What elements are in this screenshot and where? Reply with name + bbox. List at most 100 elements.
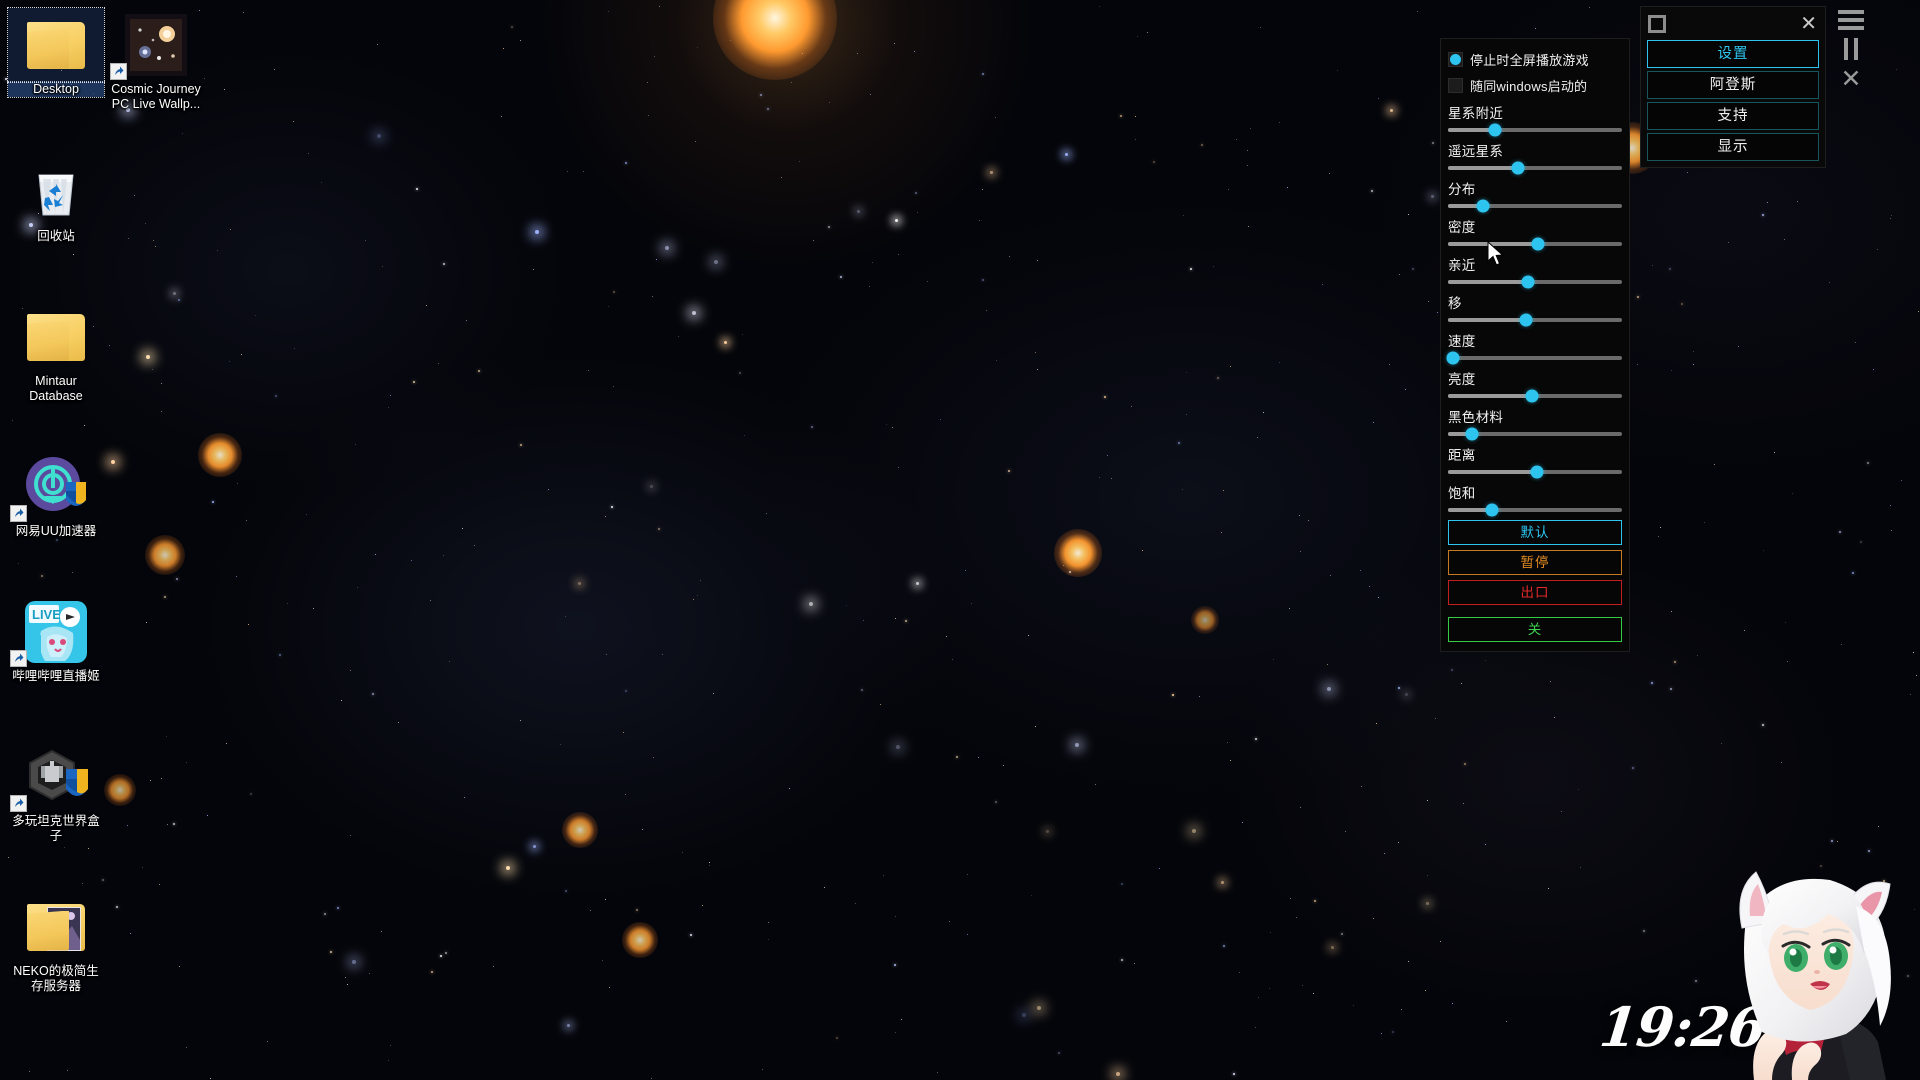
folder-icon (27, 313, 85, 361)
menu-item-adens[interactable]: 阿登斯 (1647, 71, 1819, 99)
icon-label: NEKO的极简生存服务器 (13, 964, 99, 993)
nearby-galaxies-label: 星系附近 (1448, 106, 1504, 121)
distribution-knob[interactable] (1476, 199, 1490, 213)
brightness-fill (1448, 394, 1532, 398)
mintaur-database-folder[interactable]: Mintaur Database (8, 300, 104, 403)
hamburger-menu-icon[interactable] (1838, 10, 1864, 30)
icon-label: Mintaur Database (29, 374, 83, 403)
nearby-galaxies-group: 星系附近 (1448, 102, 1622, 137)
glow-layer (0, 0, 1920, 1080)
starfield (0, 0, 1920, 1080)
anime-character-overlay (1739, 871, 1891, 1080)
density-label: 密度 (1448, 220, 1476, 235)
bilibili-live-icon: LIVE (25, 601, 87, 663)
density-group: 密度 (1448, 216, 1622, 251)
wallpaper-thumbnail-icon (125, 14, 187, 76)
movement-fill (1448, 318, 1527, 322)
pause-fullscreen-games-row[interactable]: 停止时全屏播放游戏 (1448, 49, 1622, 69)
movement-group: 移 (1448, 292, 1622, 327)
distant-galaxies-slider[interactable] (1448, 161, 1622, 175)
density-slider[interactable] (1448, 237, 1622, 251)
pause-icon[interactable] (1844, 38, 1858, 60)
bilibili-live-streamer[interactable]: LIVE 哔哩哔哩直播姬 (8, 595, 104, 684)
close-icon[interactable]: ✕ (1800, 14, 1817, 34)
menu-item-settings[interactable]: 设置 (1647, 40, 1819, 68)
movement-slider[interactable] (1448, 313, 1622, 327)
proximity-label: 亲近 (1448, 258, 1476, 273)
shortcut-arrow-icon (10, 505, 27, 522)
duowan-tank-world-box[interactable]: 多玩坦克世界盒子 (8, 740, 104, 843)
distant-galaxies-label: 遥远星系 (1448, 144, 1504, 159)
distribution-label: 分布 (1448, 182, 1476, 197)
shortcut-arrow-icon (10, 795, 27, 812)
cosmic-journey-shortcut[interactable]: Cosmic Journey PC Live Wallp... (108, 8, 204, 111)
pause-fullscreen-games-label: 停止时全屏播放游戏 (1470, 52, 1589, 68)
close-button[interactable]: 关 (1448, 617, 1622, 642)
distance-fill (1448, 470, 1537, 474)
menu-titlebar: ✕ (1647, 11, 1819, 37)
density-fill (1448, 242, 1539, 246)
icon-label: 多玩坦克世界盒子 (12, 814, 100, 843)
settings-button-group: 默认 暂停 出口关 (1448, 520, 1622, 642)
floating-control-strip: ✕ (1838, 10, 1864, 92)
icon-label: Cosmic Journey PC Live Wallp... (111, 82, 201, 111)
distance-label: 距离 (1448, 448, 1476, 463)
saturation-label: 饱和 (1448, 486, 1476, 501)
movement-knob[interactable] (1519, 313, 1533, 327)
recycle-bin[interactable]: 回收站 (8, 155, 104, 244)
pause-button[interactable]: 暂停 (1448, 550, 1622, 575)
distribution-slider[interactable] (1448, 199, 1622, 213)
netease-uu-accelerator[interactable]: 网易UU加速器 (8, 450, 104, 539)
menu-item-display[interactable]: 显示 (1647, 133, 1819, 161)
desktop-wallpaper: Desktop Cosmic Journey PC Live Wallp... (0, 0, 1920, 1080)
speed-knob[interactable] (1446, 351, 1460, 365)
desktop-folder-glyph (7, 7, 105, 83)
shortcut-arrow-icon (10, 650, 27, 667)
brightness-group: 亮度 (1448, 368, 1622, 403)
black-material-knob[interactable] (1465, 427, 1479, 441)
folder-with-thumbnail-icon (27, 903, 85, 951)
folder-icon (27, 21, 85, 69)
nearby-galaxies-slider[interactable] (1448, 123, 1622, 137)
distant-galaxies-knob[interactable] (1511, 161, 1525, 175)
maximize-icon[interactable] (1648, 15, 1666, 33)
black-material-slider[interactable] (1448, 427, 1622, 441)
recycle-bin-glyph (8, 155, 104, 229)
brightness-slider[interactable] (1448, 389, 1622, 403)
density-knob[interactable] (1531, 237, 1545, 251)
svg-text:LIVE: LIVE (32, 607, 61, 622)
exit-button[interactable]: 出口 (1448, 580, 1622, 605)
proximity-slider[interactable] (1448, 275, 1622, 289)
distance-slider[interactable] (1448, 465, 1622, 479)
saturation-group: 饱和 (1448, 482, 1622, 517)
close-icon[interactable]: ✕ (1841, 67, 1862, 92)
neko-minimal-survival-server[interactable]: NEKO的极简生存服务器 (8, 890, 104, 993)
saturation-slider[interactable] (1448, 503, 1622, 517)
uu-accelerator-icon (26, 457, 86, 511)
icon-label: Desktop (7, 81, 105, 98)
speed-slider[interactable] (1446, 351, 1622, 365)
menu-item-list: 设置 阿登斯 支持 显示 (1647, 40, 1819, 161)
icon-label: 回收站 (37, 229, 75, 243)
settings-slider-group: 星系附近 遥远星系 分布 密度 亲近 移 速度 亮度 黑色材料 距离 饱和 (1446, 102, 1622, 517)
menu-item-support[interactable]: 支持 (1647, 102, 1819, 130)
start-with-windows-label: 随同windows启动的 (1470, 78, 1588, 94)
start-with-windows-checkbox[interactable] (1448, 77, 1463, 93)
tank-world-box-icon (29, 749, 88, 801)
default-button[interactable]: 默认 (1448, 520, 1622, 545)
netease-uu-accelerator-glyph (8, 450, 104, 524)
distance-knob[interactable] (1530, 465, 1544, 479)
pause-fullscreen-games-checkbox[interactable] (1448, 51, 1463, 67)
icon-label: 网易UU加速器 (15, 524, 97, 538)
brightness-label: 亮度 (1448, 372, 1476, 387)
desktop-folder[interactable]: Desktop (7, 7, 105, 98)
proximity-group: 亲近 (1448, 254, 1622, 289)
saturation-knob[interactable] (1485, 503, 1498, 517)
proximity-knob[interactable] (1521, 275, 1535, 289)
icon-label: 哔哩哔哩直播姬 (12, 669, 100, 683)
distance-group: 距离 (1448, 444, 1622, 479)
brightness-knob[interactable] (1525, 389, 1539, 403)
start-with-windows-row[interactable]: 随同windows启动的 (1448, 75, 1622, 95)
nearby-galaxies-knob[interactable] (1488, 123, 1502, 137)
black-material-group: 黑色材料 (1448, 406, 1622, 441)
